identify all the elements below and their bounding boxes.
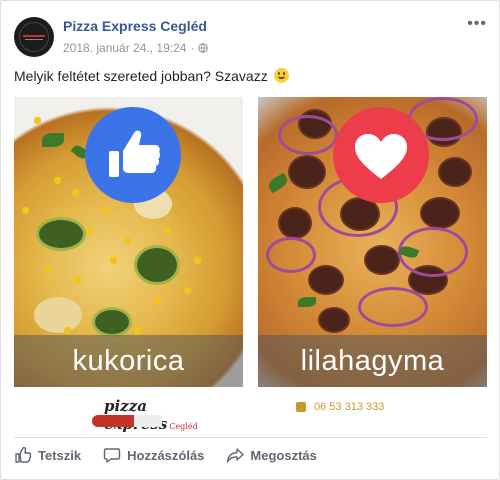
comment-button[interactable]: Hozzászólás <box>103 446 204 464</box>
smile-emoji-icon <box>273 68 289 83</box>
share-button-label: Megosztás <box>250 447 317 463</box>
photo-lilahagyma[interactable]: lilahagyma 06 53 313 333 <box>258 97 487 435</box>
like-button[interactable]: Tetszik <box>14 446 81 464</box>
comment-icon <box>103 448 121 463</box>
post-timestamp[interactable]: 2018. január 24., 19:24 <box>63 41 186 55</box>
photo-kukorica[interactable]: kukorica pizza expressCegléd <box>14 97 243 435</box>
post-actions: Tetszik Hozzászólás Megosztás <box>14 446 317 464</box>
post-meta: 2018. január 24., 19:24 · <box>63 41 209 55</box>
like-button-label: Tetszik <box>38 447 82 463</box>
like-icon <box>109 130 161 177</box>
label-kukorica: kukorica <box>72 345 185 377</box>
post-text: Melyik feltétet szereted jobban? Szavazz <box>14 68 289 84</box>
globe-icon <box>198 43 209 53</box>
phone-icon <box>296 402 306 412</box>
love-reaction-badge <box>333 107 429 203</box>
phone-number: 06 53 313 333 <box>296 401 384 413</box>
page-name-link[interactable]: Pizza Express Cegléd <box>63 18 207 34</box>
post-text-content: Melyik feltétet szereted jobban? Szavazz <box>14 68 268 84</box>
page-avatar[interactable] <box>14 17 54 57</box>
label-lilahagyma: lilahagyma <box>300 345 445 377</box>
love-icon <box>355 134 407 179</box>
more-options-button[interactable]: ••• <box>467 15 487 33</box>
post-card: Pizza Express Cegléd 2018. január 24., 1… <box>0 0 500 480</box>
thumbs-up-icon <box>15 446 32 463</box>
train-logo-icon <box>92 415 162 427</box>
share-icon <box>227 448 245 463</box>
action-divider <box>14 437 487 438</box>
like-reaction-badge <box>85 107 181 203</box>
share-button[interactable]: Megosztás <box>226 446 317 464</box>
comment-button-label: Hozzászólás <box>127 447 205 463</box>
